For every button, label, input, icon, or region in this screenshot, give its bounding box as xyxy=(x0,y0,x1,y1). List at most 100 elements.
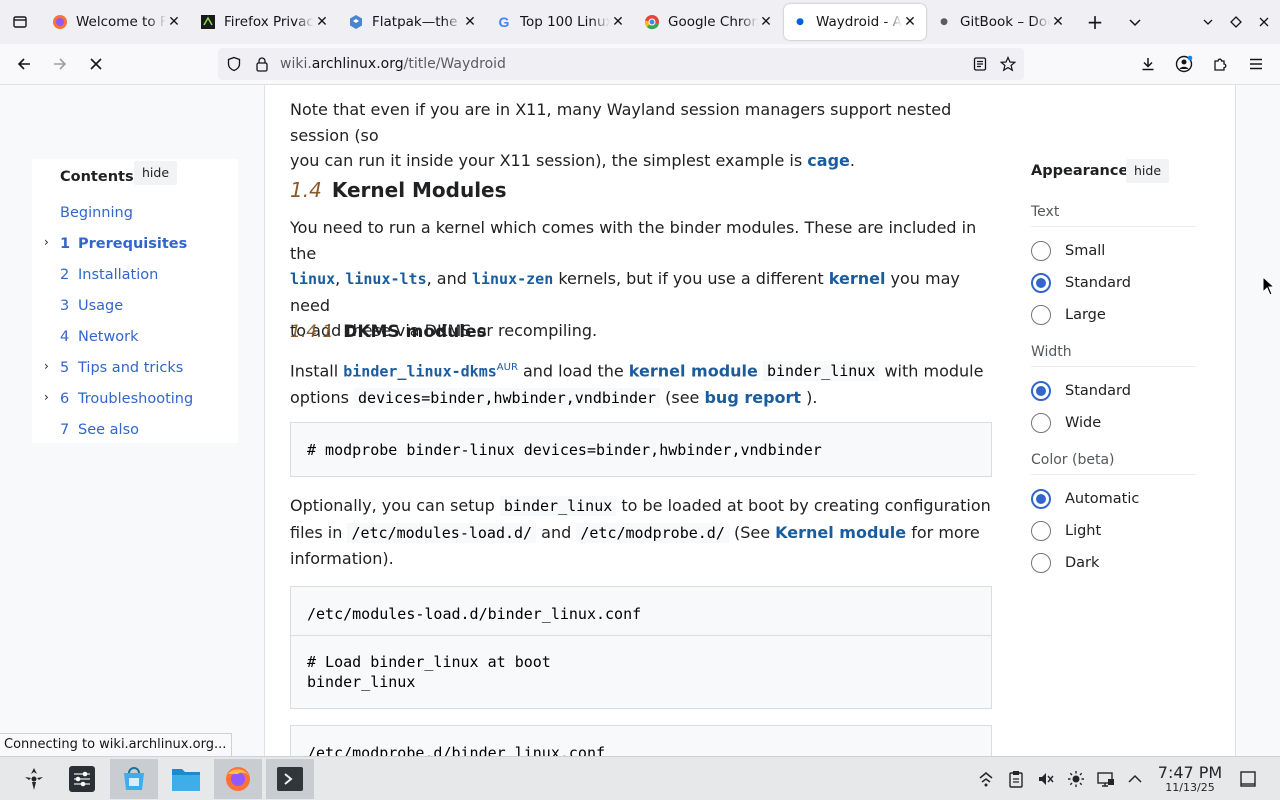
clock[interactable]: 7:47 PM 11/13/25 xyxy=(1150,763,1230,794)
link-binder-linux-dkms[interactable]: binder_linux-dkms xyxy=(343,362,497,380)
chevron-right-icon[interactable]: › xyxy=(44,390,49,404)
link-linux[interactable]: linux xyxy=(290,270,335,288)
color-label: Color (beta) xyxy=(1031,452,1196,475)
toc-item-network[interactable]: 4 Network xyxy=(60,329,139,345)
url-path: /title/Waydroid xyxy=(403,56,506,72)
appearance-hide-button[interactable]: hide xyxy=(1126,159,1170,183)
url-text[interactable]: wiki.archlinux.org/title/Waydroid xyxy=(280,56,506,72)
close-tab-icon[interactable]: ✕ xyxy=(462,14,478,30)
reader-view-icon[interactable] xyxy=(966,50,994,78)
aur-link[interactable]: AUR xyxy=(497,362,518,373)
toc-item-see-also[interactable]: 7 See also xyxy=(60,422,139,438)
firefox-view-icon[interactable] xyxy=(6,8,34,36)
system-settings-icon[interactable] xyxy=(58,759,106,799)
paragraph-text: (See xyxy=(728,522,776,542)
tab-google-chrome[interactable]: Google Chrom ✕ xyxy=(636,4,782,40)
tab-top-100-linux[interactable]: G Top 100 Linux ✕ xyxy=(488,4,634,40)
chevron-right-icon[interactable]: › xyxy=(44,235,49,249)
brightness-icon[interactable] xyxy=(1066,769,1086,789)
toc-item-beginning[interactable]: Beginning xyxy=(60,205,133,221)
close-tab-icon[interactable]: ✕ xyxy=(902,14,918,30)
firefox-privacy-icon xyxy=(200,14,216,30)
bookmark-star-icon[interactable] xyxy=(994,50,1022,78)
radio-circle[interactable] xyxy=(1031,305,1051,325)
clipboard-icon[interactable] xyxy=(1006,769,1026,789)
radio-text-large[interactable]: Large xyxy=(1031,305,1106,325)
display-config-icon[interactable] xyxy=(1096,769,1116,789)
radio-color-light[interactable]: Light xyxy=(1031,521,1101,541)
radio-width-standard[interactable]: Standard xyxy=(1031,381,1131,401)
toc-item-installation[interactable]: 2 Installation xyxy=(60,267,158,283)
account-icon[interactable] xyxy=(1170,50,1198,78)
url-bar[interactable]: wiki.archlinux.org/title/Waydroid xyxy=(218,48,1024,80)
file-manager-icon[interactable] xyxy=(162,759,210,799)
list-all-tabs-icon[interactable] xyxy=(1121,8,1149,36)
link-cage[interactable]: cage xyxy=(807,151,850,170)
downloads-icon[interactable] xyxy=(1134,50,1162,78)
mouse-cursor-icon xyxy=(1262,276,1276,296)
loading-dot-icon: ● xyxy=(796,17,804,27)
toc-item-usage[interactable]: 3 Usage xyxy=(60,298,123,314)
flatpak-icon xyxy=(348,14,364,30)
close-tab-icon[interactable]: ✕ xyxy=(758,14,774,30)
radio-circle[interactable] xyxy=(1031,413,1051,433)
code-line: # Load binder_linux at boot xyxy=(307,653,551,671)
clock-date: 11/13/25 xyxy=(1165,781,1215,794)
radio-color-dark[interactable]: Dark xyxy=(1031,553,1099,573)
tab-firefox-privacy[interactable]: Firefox Privacy ✕ xyxy=(192,4,338,40)
toc-item-tips-and-tricks[interactable]: 5 Tips and tricks xyxy=(60,360,183,376)
toc-hide-button[interactable]: hide xyxy=(134,161,178,185)
web-page: Contents hide Beginning › 1 Prerequisites… xyxy=(0,85,1280,756)
toc-item-troubleshooting[interactable]: 6 Troubleshooting xyxy=(60,391,193,407)
minimize-window-icon[interactable] xyxy=(1194,8,1222,36)
firefox-taskbar-icon[interactable] xyxy=(214,759,262,799)
network-icon[interactable] xyxy=(976,769,996,789)
close-tab-icon[interactable]: ✕ xyxy=(314,14,330,30)
tab-welcome[interactable]: Welcome to Fl ✕ xyxy=(44,4,190,40)
forward-arrow-icon[interactable] xyxy=(46,50,74,78)
close-tab-icon[interactable]: ✕ xyxy=(610,14,626,30)
show-desktop-icon[interactable] xyxy=(1238,769,1258,789)
close-tab-icon[interactable]: ✕ xyxy=(166,14,182,30)
maximize-window-icon[interactable] xyxy=(1222,8,1250,36)
toc-heading: Contents xyxy=(60,169,134,185)
radio-circle-selected[interactable] xyxy=(1031,273,1051,293)
extensions-puzzle-icon[interactable] xyxy=(1206,50,1234,78)
toc-item-number: 3 xyxy=(60,298,70,314)
tab-waydroid[interactable]: ● Waydroid - Arc ✕ xyxy=(784,4,926,40)
volume-muted-icon[interactable] xyxy=(1036,769,1056,789)
tab-gitbook[interactable]: ● GitBook – Doc ✕ xyxy=(928,4,1074,40)
tab-flatpak[interactable]: Flatpak—the fu ✕ xyxy=(340,4,486,40)
toc-item-prerequisites[interactable]: 1 Prerequisites xyxy=(60,236,187,252)
code-block-modules-load: /etc/modules-load.d/binder_linux.conf # … xyxy=(290,586,992,709)
close-tab-icon[interactable]: ✕ xyxy=(1050,14,1066,30)
link-bug-report[interactable]: bug report xyxy=(704,388,801,407)
discover-store-icon[interactable] xyxy=(110,759,158,799)
padlock-icon[interactable] xyxy=(248,50,276,78)
link-linux-lts[interactable]: linux-lts xyxy=(345,270,426,288)
radio-circle-selected[interactable] xyxy=(1031,381,1051,401)
radio-text-small[interactable]: Small xyxy=(1031,241,1105,261)
link-linux-zen[interactable]: linux-zen xyxy=(472,270,553,288)
link-kernel-module[interactable]: Kernel module xyxy=(775,523,906,542)
link-kernel[interactable]: kernel xyxy=(829,269,886,288)
radio-circle[interactable] xyxy=(1031,521,1051,541)
chevron-up-icon[interactable] xyxy=(1125,769,1145,789)
radio-circle[interactable] xyxy=(1031,553,1051,573)
back-arrow-icon[interactable] xyxy=(10,50,38,78)
link-kernel-module[interactable]: kernel module xyxy=(629,361,758,380)
radio-circle[interactable] xyxy=(1031,241,1051,261)
radio-width-wide[interactable]: Wide xyxy=(1031,413,1101,433)
application-launcher-icon[interactable] xyxy=(10,759,58,799)
radio-label: Automatic xyxy=(1065,491,1140,507)
radio-color-automatic[interactable]: Automatic xyxy=(1031,489,1139,509)
hamburger-menu-icon[interactable] xyxy=(1242,50,1270,78)
radio-circle-selected[interactable] xyxy=(1031,489,1051,509)
tracking-shield-icon[interactable] xyxy=(220,50,248,78)
radio-text-standard[interactable]: Standard xyxy=(1031,273,1131,293)
close-window-icon[interactable] xyxy=(1250,8,1278,36)
terminal-icon[interactable] xyxy=(266,759,314,799)
stop-loading-icon[interactable] xyxy=(82,50,110,78)
chevron-right-icon[interactable]: › xyxy=(44,359,49,373)
new-tab-icon[interactable]: + xyxy=(1081,8,1109,36)
